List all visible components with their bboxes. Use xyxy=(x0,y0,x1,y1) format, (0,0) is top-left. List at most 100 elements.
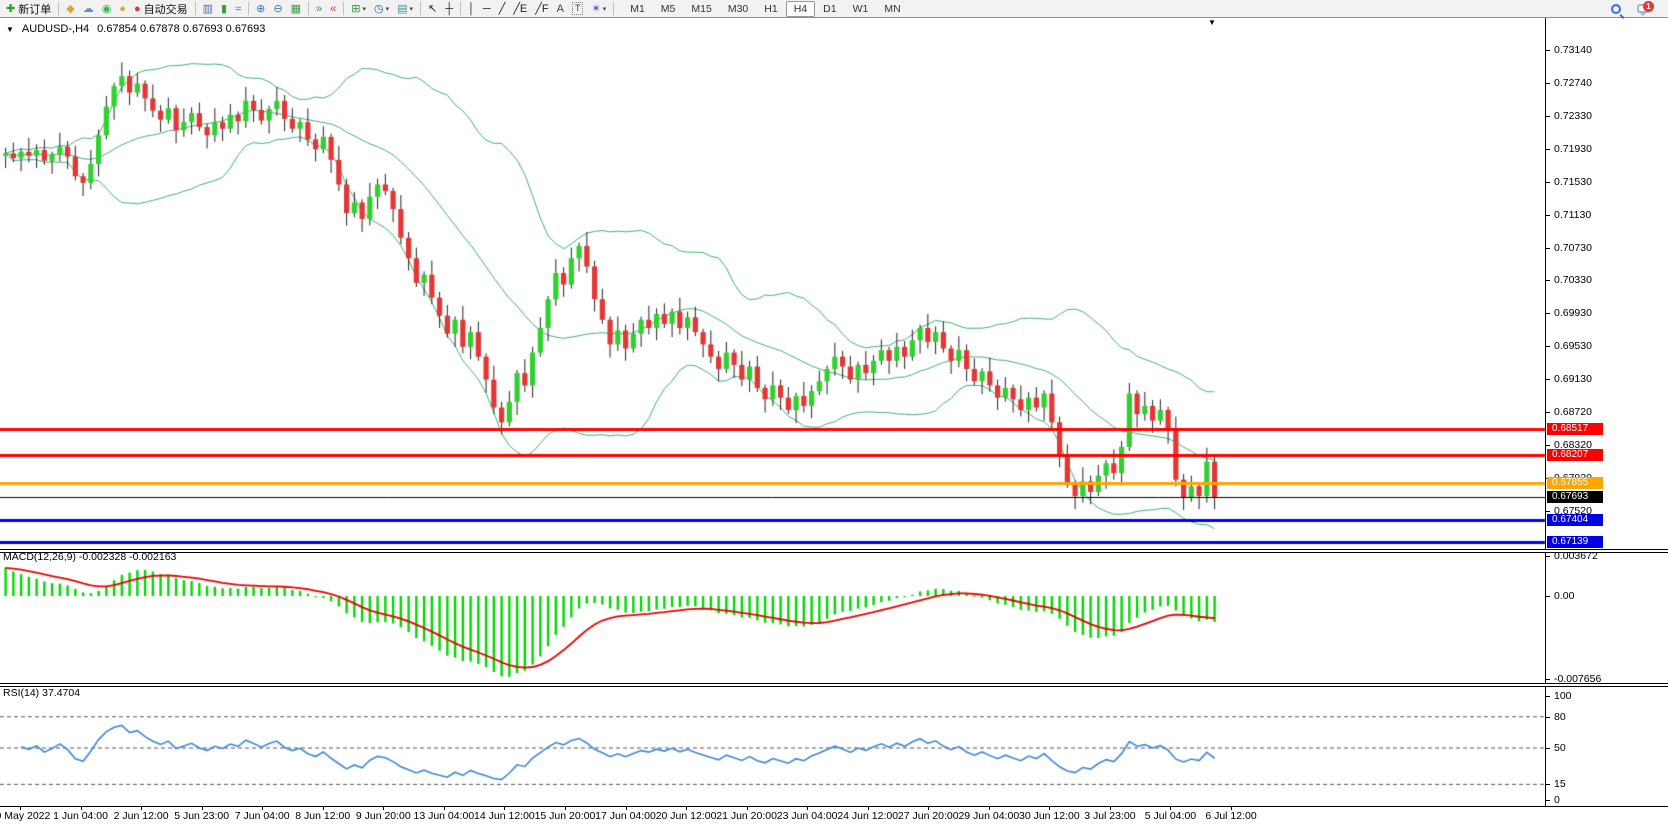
level-price-tag[interactable]: 0.67855 xyxy=(1547,477,1603,489)
time-axis-tick xyxy=(1110,807,1111,810)
crosshair-icon-glyph: ┼ xyxy=(445,1,453,17)
panel-splitter-rsi[interactable] xyxy=(0,683,1668,687)
timeframe-h1[interactable]: H1 xyxy=(756,1,785,17)
time-axis-tick xyxy=(504,807,505,810)
level-price-tag[interactable]: 0.68517 xyxy=(1547,423,1603,435)
time-axis-label: 9 Jun 20:00 xyxy=(356,810,411,822)
notification-badge: 1 xyxy=(1643,1,1654,12)
trendline-icon-glyph: ╱ xyxy=(499,1,506,17)
price-axis-tick xyxy=(1546,182,1550,183)
zoom-in-icon[interactable]: ⊕ xyxy=(252,1,269,17)
rsi-axis-tick xyxy=(1546,800,1550,801)
time-axis-tick xyxy=(747,807,748,810)
indicators-icon-dropdown[interactable]: ▾ xyxy=(362,5,366,13)
price-axis-label: 0.71130 xyxy=(1554,209,1591,221)
toolbar-separator xyxy=(460,2,461,15)
text-label-icon[interactable]: T xyxy=(568,1,588,17)
bar-chart-icon[interactable]: ▥ xyxy=(199,1,217,17)
search-icon[interactable] xyxy=(1611,4,1621,14)
level-price-tag[interactable]: 0.67139 xyxy=(1547,536,1603,548)
chart-header: ▼ AUDUSD-,H4 0.67854 0.67878 0.67693 0.6… xyxy=(6,23,265,35)
level-price-tag[interactable]: 0.67404 xyxy=(1547,514,1603,526)
timeframe-d1[interactable]: D1 xyxy=(815,1,844,17)
tile-windows-icon[interactable]: ▦ xyxy=(287,1,305,17)
timeframe-h4[interactable]: H4 xyxy=(786,1,815,17)
time-axis-tick xyxy=(626,807,627,810)
auto-scroll-icon[interactable]: » xyxy=(312,1,326,17)
bar-chart-icon-glyph: ▥ xyxy=(203,1,213,17)
community-icon[interactable]: ☁ xyxy=(79,1,98,17)
time-axis-tick xyxy=(807,807,808,810)
price-axis-label: 0.71530 xyxy=(1554,176,1592,188)
signals-icon[interactable]: ◉ xyxy=(98,1,116,17)
fibonacci-icon[interactable]: ╱F xyxy=(531,1,552,17)
horizontal-line-icon-glyph: ─ xyxy=(483,1,491,17)
text-label-icon-glyph: T xyxy=(572,2,584,15)
line-chart-icon[interactable]: ≈ xyxy=(231,1,245,17)
trendline-icon[interactable]: ╱ xyxy=(495,1,510,17)
arrows-icon[interactable]: ✶▾ xyxy=(587,1,610,17)
rsi-axis-label: 15 xyxy=(1554,778,1566,790)
rsi-axis-tick xyxy=(1546,717,1550,718)
autotrading-button-label: 自动交易 xyxy=(144,1,188,17)
timeframe-mn[interactable]: MN xyxy=(876,1,908,17)
timeframe-m1[interactable]: M1 xyxy=(622,1,653,17)
profile-icon[interactable]: ◆ xyxy=(62,1,78,17)
time-axis-label: 29 Jun 04:00 xyxy=(958,810,1019,822)
price-axis-tick xyxy=(1546,412,1550,413)
rsi-axis-label: 0 xyxy=(1554,794,1560,806)
crosshair-icon[interactable]: ┼ xyxy=(441,1,457,17)
zoom-out-icon-glyph: ⊖ xyxy=(273,1,282,17)
time-axis-tick xyxy=(565,807,566,810)
price-axis-tick xyxy=(1546,313,1550,314)
arrows-icon-dropdown[interactable]: ▾ xyxy=(603,5,607,13)
panel-splitter-macd[interactable] xyxy=(0,549,1668,553)
level-price-tag[interactable]: 0.68207 xyxy=(1547,449,1603,461)
price-axis-tick xyxy=(1546,379,1550,380)
periods-icon[interactable]: ◷▾ xyxy=(370,1,393,17)
equidistant-channel-icon[interactable]: ╱E xyxy=(509,1,531,17)
toolbar-separator xyxy=(343,2,344,15)
time-axis-label: 21 Jun 20:00 xyxy=(716,810,777,822)
ohlc-low: 0.67693 xyxy=(183,23,223,35)
new-order-button-label: 新订单 xyxy=(18,1,51,17)
indicators-icon[interactable]: ⊞▾ xyxy=(347,1,370,17)
autotrading-button[interactable]: ●自动交易 xyxy=(130,1,192,17)
timeframe-m5[interactable]: M5 xyxy=(653,1,684,17)
zoom-out-icon[interactable]: ⊖ xyxy=(269,1,286,17)
text-icon-glyph: A xyxy=(557,1,564,17)
time-axis-tick xyxy=(1049,807,1050,810)
vertical-line-icon[interactable]: │ xyxy=(464,1,479,17)
cursor-icon[interactable]: ↖ xyxy=(424,1,441,17)
candlestick-chart-icon[interactable]: ▮ xyxy=(217,1,231,17)
toolbar-right: 1 xyxy=(1611,4,1666,14)
time-axis-label: 7 Jun 04:00 xyxy=(235,810,290,822)
profile-icon-glyph: ◆ xyxy=(66,1,74,17)
market-icon[interactable]: ● xyxy=(115,1,130,17)
toolbar-separator xyxy=(420,2,421,15)
horizontal-line-icon[interactable]: ─ xyxy=(479,1,495,17)
price-axis-label: 0.72330 xyxy=(1554,110,1592,122)
chart-shift-icon[interactable]: « xyxy=(326,1,340,17)
new-order-button[interactable]: ✚新订单 xyxy=(2,1,55,17)
price-axis-label: 0.69930 xyxy=(1554,307,1592,319)
chart-canvas[interactable] xyxy=(0,0,1668,824)
time-axis[interactable]: 30 May 20221 Jun 04:002 Jun 12:005 Jun 2… xyxy=(0,806,1668,824)
toolbar-separator xyxy=(195,2,196,15)
text-icon[interactable]: A xyxy=(553,1,568,17)
macd-indicator-label: MACD(12,26,9) -0.002328 -0.002163 xyxy=(3,551,176,563)
timeframe-m15[interactable]: M15 xyxy=(683,1,719,17)
timeframe-m30[interactable]: M30 xyxy=(720,1,756,17)
symbol-dropdown-icon[interactable]: ▼ xyxy=(6,25,14,34)
templates-icon-dropdown[interactable]: ▾ xyxy=(409,5,413,13)
price-axis-tick xyxy=(1546,215,1550,216)
timeframe-w1[interactable]: W1 xyxy=(845,1,877,17)
templates-icon[interactable]: ▤▾ xyxy=(393,1,417,17)
price-axis-label: 0.73140 xyxy=(1554,44,1592,56)
periods-icon-glyph: ◷ xyxy=(374,1,384,17)
periods-icon-dropdown[interactable]: ▾ xyxy=(386,5,390,13)
chat-icon[interactable]: 1 xyxy=(1637,4,1650,13)
level-price-tag[interactable]: 0.67693 xyxy=(1547,491,1603,503)
time-axis-tick xyxy=(20,807,21,810)
toolbar-separator xyxy=(613,2,614,15)
